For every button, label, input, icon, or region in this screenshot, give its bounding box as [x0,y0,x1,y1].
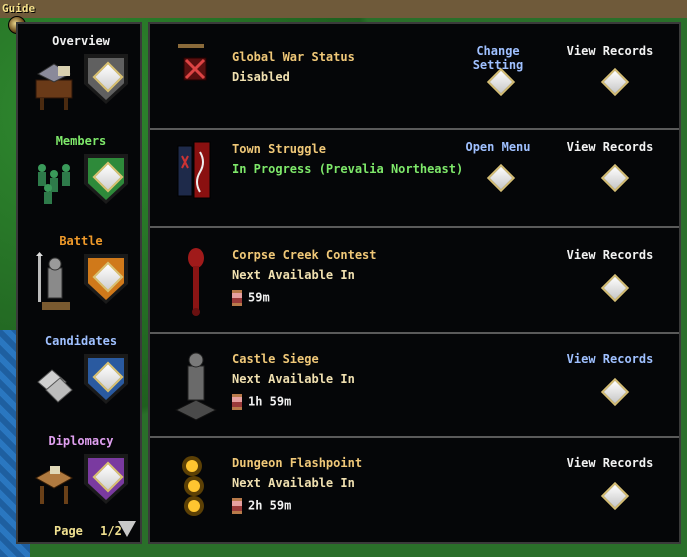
gem-icon [600,273,630,303]
blood-totem-icon [188,248,204,316]
view-records-button[interactable] [600,273,630,303]
gem-icon [600,377,630,407]
gem-icon [486,67,516,97]
armor-stand-icon [36,252,70,310]
category-label: Members [55,134,107,148]
row-title: Global War Status [232,50,355,64]
change-setting-button[interactable] [486,67,516,97]
category-sidebar: Overview Members Battle Candidates Diplo… [16,22,142,544]
desk-icon [35,63,73,110]
hourglass-icon [232,394,242,410]
countdown-timer: 1h 59m [232,394,291,410]
members-shield-button[interactable] [84,154,128,204]
list-item-castle-siege: Castle Siege Next Available In 1h 59m Vi… [150,332,679,438]
countdown-timer: 59m [232,290,270,306]
row-status: Next Available In [232,476,355,490]
category-label: Battle [59,234,103,248]
view-records-button[interactable] [600,481,630,511]
category-diplomacy[interactable]: Diplomacy [18,424,144,524]
timer-value: 2h 59m [248,498,292,513]
category-candidates[interactable]: Candidates [18,324,144,424]
category-overview[interactable]: Overview [18,24,144,124]
row-status: Next Available In [232,268,355,282]
hourglass-icon [232,290,242,306]
list-item-dungeon-flashpoint: Dungeon Flashpoint Next Available In 2h … [150,436,679,540]
diplomacy-shield-button[interactable] [84,454,128,504]
gem-icon [92,361,124,393]
open-menu-label[interactable]: Open Menu [448,140,548,154]
war-banner-icon [178,44,207,81]
battle-shield-button[interactable] [84,254,128,304]
list-item-global-war: Global War Status Disabled Change Settin… [150,24,679,130]
page-down-arrow-icon[interactable] [118,521,136,537]
gem-checked-icon [92,261,124,293]
view-records-button[interactable] [600,163,630,193]
category-label: Overview [52,34,110,48]
people-icon [38,164,70,204]
town-banners-icon [177,141,211,199]
ballots-icon [37,369,73,403]
open-menu-button[interactable] [486,163,516,193]
row-title: Town Struggle [232,142,326,156]
timer-value: 59m [248,290,270,305]
overview-shield-button[interactable] [84,54,128,104]
row-status: Next Available In [232,372,355,386]
timer-value: 1h 59m [248,394,292,409]
guide-label[interactable]: Guide [2,2,35,15]
pager: Page 1/2 [54,524,122,538]
gem-icon [486,163,516,193]
hourglass-icon [232,498,242,514]
gem-icon [92,161,124,193]
category-label: Candidates [44,334,118,348]
list-item-town-struggle: Town Struggle In Progress (Prevalia Nort… [150,120,679,228]
activity-list: Global War Status Disabled Change Settin… [148,22,681,544]
gem-icon [600,67,630,97]
pager-label: Page [54,524,83,538]
list-item-corpse-creek: Corpse Creek Contest Next Available In 5… [150,228,679,334]
view-records-button[interactable] [600,67,630,97]
category-members[interactable]: Members [18,124,144,224]
countdown-timer: 2h 59m [232,498,291,514]
gem-icon [600,163,630,193]
gem-icon [92,61,124,93]
view-records-label[interactable]: View Records [560,456,660,470]
view-records-label[interactable]: View Records [560,140,660,154]
writing-desk-icon [34,466,74,504]
knight-statue-icon [174,352,218,421]
gem-icon [92,461,124,493]
row-title: Corpse Creek Contest [232,248,377,262]
view-records-label[interactable]: View Records [560,44,660,58]
category-label: Diplomacy [48,434,114,448]
view-records-label[interactable]: View Records [560,352,660,366]
sparks-icon [182,456,204,516]
view-records-label[interactable]: View Records [560,248,660,262]
candidates-shield-button[interactable] [84,354,128,404]
row-status: In Progress (Prevalia Northeast) [232,162,464,176]
row-title: Dungeon Flashpoint [232,456,363,470]
view-records-button[interactable] [600,377,630,407]
gem-icon [600,481,630,511]
row-title: Castle Siege [232,352,319,366]
row-status: Disabled [232,70,290,84]
category-battle[interactable]: Battle [18,224,144,324]
